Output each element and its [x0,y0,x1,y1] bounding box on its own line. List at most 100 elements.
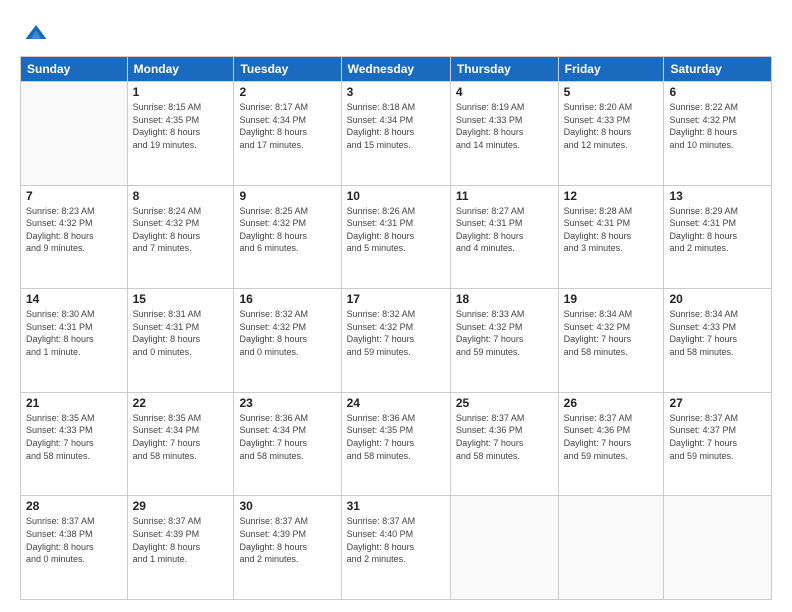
calendar-cell: 27 Sunrise: 8:37 AM Sunset: 4:37 PM Dayli… [664,392,772,496]
day-info: Sunrise: 8:26 AM Sunset: 4:31 PM Dayligh… [347,205,445,255]
calendar-cell: 2 Sunrise: 8:17 AM Sunset: 4:34 PM Daylig… [234,82,341,186]
calendar-cell: 18 Sunrise: 8:33 AM Sunset: 4:32 PM Dayli… [450,289,558,393]
day-header-sunday: Sunday [21,57,128,82]
calendar-cell: 25 Sunrise: 8:37 AM Sunset: 4:36 PM Dayli… [450,392,558,496]
calendar-cell: 10 Sunrise: 8:26 AM Sunset: 4:31 PM Dayli… [341,185,450,289]
day-number: 4 [456,85,553,99]
calendar-week-1: 1 Sunrise: 8:15 AM Sunset: 4:35 PM Daylig… [21,82,772,186]
calendar-cell: 5Sunrise: 8:20 AM Sunset: 4:33 PM Daylig… [558,82,664,186]
day-number: 14 [26,292,122,306]
day-number: 24 [347,396,445,410]
day-info: Sunrise: 8:15 AM Sunset: 4:35 PM Dayligh… [133,101,229,151]
calendar-cell: 15 Sunrise: 8:31 AM Sunset: 4:31 PM Dayli… [127,289,234,393]
day-header-monday: Monday [127,57,234,82]
day-number: 11 [456,189,553,203]
day-number: 1 [133,85,229,99]
calendar-cell: 7 Sunrise: 8:23 AM Sunset: 4:32 PM Daylig… [21,185,128,289]
day-info: Sunrise: 8:29 AM Sunset: 4:31 PM Dayligh… [669,205,766,255]
calendar-cell: 8 Sunrise: 8:24 AM Sunset: 4:32 PM Daylig… [127,185,234,289]
day-info: Sunrise: 8:24 AM Sunset: 4:32 PM Dayligh… [133,205,229,255]
day-info: Sunrise: 8:18 AM Sunset: 4:34 PM Dayligh… [347,101,445,151]
calendar-cell: 12 Sunrise: 8:28 AM Sunset: 4:31 PM Dayli… [558,185,664,289]
day-number: 12 [564,189,659,203]
day-number: 22 [133,396,229,410]
day-number: 30 [239,499,335,513]
calendar-week-2: 7 Sunrise: 8:23 AM Sunset: 4:32 PM Daylig… [21,185,772,289]
day-info: Sunrise: 8:34 AM Sunset: 4:32 PM Dayligh… [564,308,659,358]
day-number: 29 [133,499,229,513]
day-info: Sunrise: 8:33 AM Sunset: 4:32 PM Dayligh… [456,308,553,358]
header [20,18,772,46]
day-number: 8 [133,189,229,203]
day-number: 28 [26,499,122,513]
day-header-tuesday: Tuesday [234,57,341,82]
calendar-cell: 26Sunrise: 8:37 AM Sunset: 4:36 PM Dayli… [558,392,664,496]
day-info: Sunrise: 8:36 AM Sunset: 4:34 PM Dayligh… [239,412,335,462]
day-number: 23 [239,396,335,410]
calendar-cell: 16Sunrise: 8:32 AM Sunset: 4:32 PM Dayli… [234,289,341,393]
day-number: 15 [133,292,229,306]
page: SundayMondayTuesdayWednesdayThursdayFrid… [0,0,792,612]
day-info: Sunrise: 8:36 AM Sunset: 4:35 PM Dayligh… [347,412,445,462]
day-info: Sunrise: 8:20 AM Sunset: 4:33 PM Dayligh… [564,101,659,151]
calendar-cell [558,496,664,600]
calendar-week-3: 14Sunrise: 8:30 AM Sunset: 4:31 PM Dayli… [21,289,772,393]
day-number: 18 [456,292,553,306]
day-number: 20 [669,292,766,306]
calendar-cell: 22 Sunrise: 8:35 AM Sunset: 4:34 PM Dayli… [127,392,234,496]
day-number: 3 [347,85,445,99]
calendar-cell: 20 Sunrise: 8:34 AM Sunset: 4:33 PM Dayli… [664,289,772,393]
calendar-cell: 19Sunrise: 8:34 AM Sunset: 4:32 PM Dayli… [558,289,664,393]
day-number: 27 [669,396,766,410]
day-info: Sunrise: 8:35 AM Sunset: 4:33 PM Dayligh… [26,412,122,462]
calendar-cell: 14Sunrise: 8:30 AM Sunset: 4:31 PM Dayli… [21,289,128,393]
day-info: Sunrise: 8:35 AM Sunset: 4:34 PM Dayligh… [133,412,229,462]
logo-icon [22,18,50,46]
day-info: Sunrise: 8:34 AM Sunset: 4:33 PM Dayligh… [669,308,766,358]
calendar-cell: 11 Sunrise: 8:27 AM Sunset: 4:31 PM Dayli… [450,185,558,289]
calendar-cell: 4 Sunrise: 8:19 AM Sunset: 4:33 PM Daylig… [450,82,558,186]
day-info: Sunrise: 8:23 AM Sunset: 4:32 PM Dayligh… [26,205,122,255]
day-number: 13 [669,189,766,203]
calendar-cell: 23 Sunrise: 8:36 AM Sunset: 4:34 PM Dayli… [234,392,341,496]
day-info: Sunrise: 8:25 AM Sunset: 4:32 PM Dayligh… [239,205,335,255]
day-info: Sunrise: 8:37 AM Sunset: 4:37 PM Dayligh… [669,412,766,462]
day-number: 17 [347,292,445,306]
day-info: Sunrise: 8:37 AM Sunset: 4:39 PM Dayligh… [239,515,335,565]
day-number: 31 [347,499,445,513]
day-number: 7 [26,189,122,203]
calendar-cell: 30 Sunrise: 8:37 AM Sunset: 4:39 PM Dayli… [234,496,341,600]
calendar-cell: 3 Sunrise: 8:18 AM Sunset: 4:34 PM Daylig… [341,82,450,186]
calendar-cell: 9 Sunrise: 8:25 AM Sunset: 4:32 PM Daylig… [234,185,341,289]
day-info: Sunrise: 8:37 AM Sunset: 4:40 PM Dayligh… [347,515,445,565]
calendar-cell [21,82,128,186]
calendar-cell: 6 Sunrise: 8:22 AM Sunset: 4:32 PM Daylig… [664,82,772,186]
day-info: Sunrise: 8:31 AM Sunset: 4:31 PM Dayligh… [133,308,229,358]
calendar-cell: 1 Sunrise: 8:15 AM Sunset: 4:35 PM Daylig… [127,82,234,186]
day-info: Sunrise: 8:32 AM Sunset: 4:32 PM Dayligh… [239,308,335,358]
day-info: Sunrise: 8:37 AM Sunset: 4:38 PM Dayligh… [26,515,122,565]
day-info: Sunrise: 8:27 AM Sunset: 4:31 PM Dayligh… [456,205,553,255]
day-info: Sunrise: 8:37 AM Sunset: 4:36 PM Dayligh… [456,412,553,462]
calendar-cell: 17 Sunrise: 8:32 AM Sunset: 4:32 PM Dayli… [341,289,450,393]
calendar-cell: 21Sunrise: 8:35 AM Sunset: 4:33 PM Dayli… [21,392,128,496]
calendar-cell: 29Sunrise: 8:37 AM Sunset: 4:39 PM Dayli… [127,496,234,600]
day-number: 9 [239,189,335,203]
day-info: Sunrise: 8:19 AM Sunset: 4:33 PM Dayligh… [456,101,553,151]
day-info: Sunrise: 8:28 AM Sunset: 4:31 PM Dayligh… [564,205,659,255]
day-info: Sunrise: 8:32 AM Sunset: 4:32 PM Dayligh… [347,308,445,358]
day-number: 10 [347,189,445,203]
day-header-thursday: Thursday [450,57,558,82]
calendar-cell: 24 Sunrise: 8:36 AM Sunset: 4:35 PM Dayli… [341,392,450,496]
calendar-cell: 13 Sunrise: 8:29 AM Sunset: 4:31 PM Dayli… [664,185,772,289]
day-number: 6 [669,85,766,99]
day-number: 2 [239,85,335,99]
day-info: Sunrise: 8:17 AM Sunset: 4:34 PM Dayligh… [239,101,335,151]
day-number: 25 [456,396,553,410]
day-info: Sunrise: 8:37 AM Sunset: 4:36 PM Dayligh… [564,412,659,462]
calendar-cell [664,496,772,600]
day-info: Sunrise: 8:22 AM Sunset: 4:32 PM Dayligh… [669,101,766,151]
calendar-cell [450,496,558,600]
calendar-cell: 28 Sunrise: 8:37 AM Sunset: 4:38 PM Dayli… [21,496,128,600]
calendar-week-5: 28 Sunrise: 8:37 AM Sunset: 4:38 PM Dayli… [21,496,772,600]
